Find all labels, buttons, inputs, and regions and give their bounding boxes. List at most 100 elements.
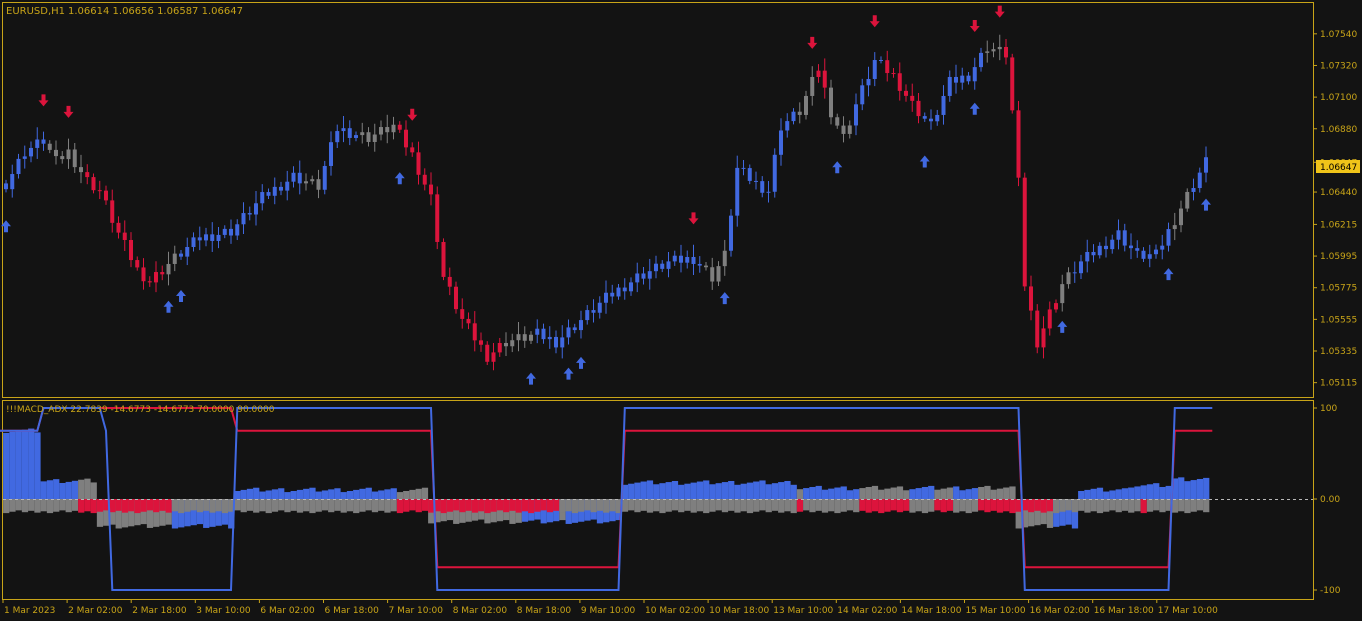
histogram-bar-upper (321, 490, 329, 499)
histogram-bar-lower (771, 499, 779, 511)
candle-body (1135, 248, 1140, 251)
histogram-bar-lower (465, 499, 472, 511)
candle-body (779, 130, 783, 155)
histogram-bar-lower (1103, 499, 1110, 512)
histogram-bar-upper (765, 484, 772, 499)
histogram-bar-upper (796, 489, 804, 499)
candle-body (591, 310, 596, 313)
histogram-bar-upper (328, 489, 335, 499)
histogram-bar-lower (765, 499, 772, 513)
histogram-bar-lower (503, 499, 510, 513)
candle-body (1185, 191, 1190, 209)
histogram-bar-lower (90, 499, 97, 514)
candle-body (710, 267, 715, 282)
histogram-bar-upper (628, 483, 635, 499)
histogram-bar-lower (1028, 499, 1035, 513)
histogram-bar-upper (1190, 480, 1197, 499)
histogram-bar-upper (34, 432, 41, 499)
histogram-bar-upper (1084, 489, 1091, 499)
candle-body (872, 60, 877, 79)
histogram-bar-lower (621, 499, 629, 512)
histogram-bar-lower (740, 499, 747, 512)
histogram-bar-lower (178, 499, 185, 514)
candle-body (285, 181, 290, 191)
histogram-bar-upper (253, 487, 260, 499)
candle-body (429, 184, 433, 195)
histogram-bar-upper (815, 485, 822, 499)
histogram-bar-lower (596, 499, 604, 511)
price-tick-label: 1.06880 (1320, 125, 1357, 135)
candle-body (1154, 249, 1158, 255)
histogram-bar-lower (315, 499, 322, 512)
histogram-bar-lower (1159, 499, 1166, 513)
candle-body (754, 180, 758, 182)
histogram-bar-lower (1203, 499, 1210, 513)
histogram-bar-upper (334, 488, 341, 499)
histogram-bar-upper (671, 480, 679, 499)
histogram-bar-lower (496, 499, 504, 511)
candle-body (747, 168, 752, 181)
histogram-bar-upper (15, 430, 22, 499)
candle-body (1141, 250, 1146, 259)
candle-body (929, 118, 933, 122)
histogram-bar-lower (353, 499, 360, 514)
candle-body (422, 174, 427, 185)
histogram-bar-upper (696, 481, 704, 499)
histogram-bar-upper (65, 481, 72, 499)
histogram-bar-upper (909, 489, 916, 499)
histogram-bar-upper (921, 486, 929, 499)
histogram-bar-lower (1053, 499, 1060, 514)
histogram-bar-lower (490, 499, 497, 512)
histogram-bar-lower (53, 499, 60, 512)
candle-body (879, 60, 883, 62)
candle-body (66, 149, 71, 160)
histogram-bar-upper (953, 486, 960, 499)
histogram-bar-upper (678, 484, 685, 499)
histogram-bar-upper (971, 488, 979, 499)
histogram-bar-upper (878, 489, 885, 499)
histogram-bar-upper (1003, 487, 1010, 499)
candle-body (1191, 188, 1196, 192)
histogram-bar-lower (909, 499, 916, 513)
histogram-bar-upper (665, 482, 672, 499)
histogram-bar-upper (346, 490, 354, 499)
candle-body (329, 142, 333, 166)
histogram-bar-lower (415, 499, 422, 513)
candle-body (560, 337, 565, 348)
histogram-bar-upper (990, 489, 997, 499)
candle-body (1129, 245, 1133, 249)
histogram-bar-lower (690, 499, 697, 513)
candle-body (22, 156, 27, 159)
time-tick-label: 9 Mar 10:00 (581, 606, 636, 616)
candle-body (1016, 110, 1021, 178)
candle-body (316, 179, 321, 190)
histogram-bar-upper (1090, 488, 1097, 499)
histogram-bar-lower (115, 499, 122, 511)
symbol-header: EURUSD,H1 (6, 6, 65, 17)
candle-body (1004, 46, 1008, 58)
candle-body (229, 228, 233, 236)
candle-body (154, 272, 158, 283)
histogram-bar-lower (778, 499, 785, 513)
candle-body (904, 90, 908, 96)
candle-body (841, 125, 846, 134)
price-tick-label: 1.05115 (1320, 379, 1357, 389)
histogram-bar-lower (1134, 499, 1141, 512)
histogram-bar-lower (578, 499, 585, 512)
histogram-bar-lower (196, 499, 204, 513)
histogram-bar-lower (878, 499, 885, 514)
candle-body (791, 111, 796, 122)
histogram-bar-upper (384, 489, 391, 499)
candle-body (435, 194, 440, 242)
candle-body (279, 186, 283, 191)
candle-body (454, 286, 458, 310)
candle-body (447, 276, 452, 287)
histogram-bar-upper (965, 489, 972, 499)
histogram-bar-upper (840, 486, 847, 499)
histogram-bar-lower (853, 499, 860, 513)
histogram-bar-upper (1178, 477, 1185, 499)
current-price-tag: 1.06647 (1316, 160, 1360, 173)
histogram-bar-lower (528, 499, 535, 514)
candle-body (529, 334, 533, 341)
histogram-bar-upper (984, 485, 991, 499)
